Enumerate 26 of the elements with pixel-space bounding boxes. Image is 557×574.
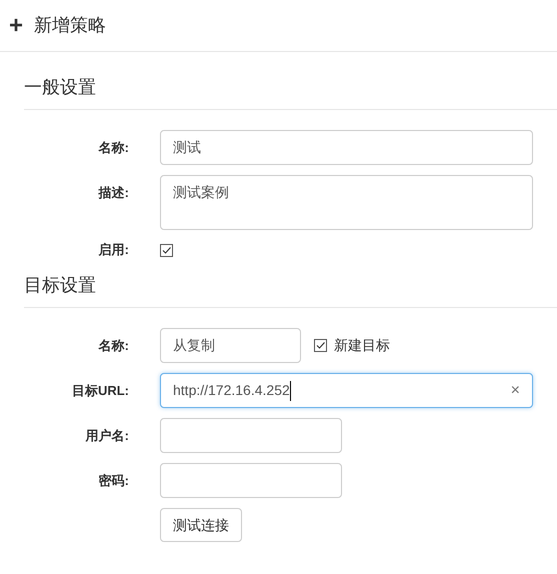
text-cursor [290, 380, 291, 400]
test-connection-button[interactable]: 测试连接 [160, 508, 242, 542]
description-textarea[interactable]: 测试案例 [160, 175, 533, 230]
text-field[interactable]: 测试 [160, 130, 533, 165]
section-title: 目标设置 [24, 275, 96, 295]
section-title: 一般设置 [24, 77, 96, 97]
plus-icon: + [9, 14, 24, 38]
checkbox[interactable] [314, 339, 327, 352]
field-label: 密码: [98, 472, 129, 490]
page-title: 新增策略 [34, 14, 106, 37]
field-value: 从复制 [173, 336, 215, 355]
field-label: 名称: [98, 138, 129, 157]
text-field[interactable] [160, 418, 342, 453]
field-value: 测试 [173, 138, 201, 157]
field-label: 目标URL: [72, 382, 129, 400]
field-label: 描述: [98, 184, 129, 202]
field-label: 用户名: [86, 426, 129, 445]
field-label: 名称: [98, 336, 129, 355]
field-value: http://172.16.4.252 [173, 381, 290, 400]
text-field[interactable] [160, 463, 342, 498]
text-field[interactable]: http://172.16.4.252 × [160, 373, 533, 408]
checkbox-label: 新建目标 [334, 336, 390, 355]
clear-button[interactable]: × [510, 382, 520, 398]
text-field[interactable]: 从复制 [160, 328, 301, 363]
checkbox[interactable] [160, 244, 173, 256]
field-label: 启用: [98, 241, 129, 260]
